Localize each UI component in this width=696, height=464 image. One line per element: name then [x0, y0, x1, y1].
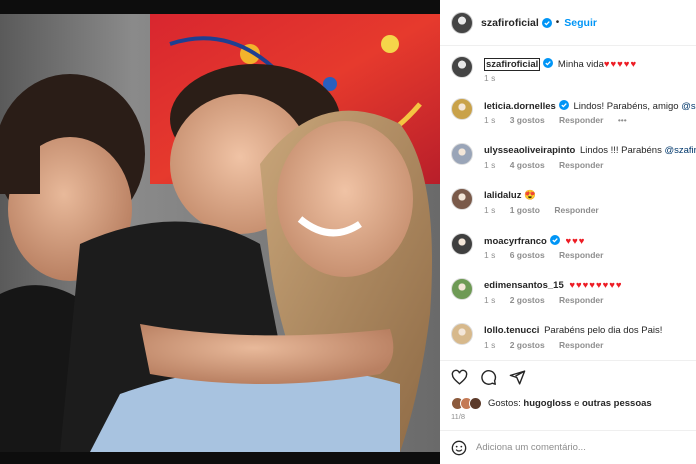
comment-time: 1 s — [484, 250, 496, 260]
verified-badge-icon — [558, 100, 569, 110]
likes-summary: Gostos: hugogloss e outras pessoas — [451, 397, 652, 410]
media-bottom-strip — [0, 452, 440, 464]
comment-time: 1 s — [484, 295, 496, 305]
comment-username[interactable]: leticia.dornelles — [484, 101, 556, 112]
author-username[interactable]: szafiroficial — [481, 17, 539, 29]
comment-meta: 1 s 2 gostos Responder — [484, 295, 615, 305]
comment-likes[interactable]: 1 gosto — [510, 205, 540, 215]
comment-meta: 1 s 4 gostos Responder — [484, 160, 615, 170]
heart-icon[interactable] — [451, 369, 468, 386]
comment-mention[interactable]: @szafiroficial — [664, 145, 696, 156]
comment-avatar[interactable] — [451, 188, 473, 210]
caption-meta: 1 s — [484, 73, 507, 83]
reply-button[interactable]: Responder — [559, 115, 603, 125]
comment-likes[interactable]: 4 gostos — [510, 160, 545, 170]
comment-meta: 1 s 2 gostos Responder — [484, 340, 615, 350]
verified-badge-icon — [543, 58, 554, 68]
caption-text: Minha vida — [557, 59, 604, 70]
comment-avatar[interactable] — [451, 278, 473, 300]
likes-prefix: Gostos: — [488, 398, 521, 409]
comment-likes[interactable]: 3 gostos — [510, 115, 545, 125]
comment-meta: 1 s 3 gostos Responder ••• — [484, 115, 639, 125]
comment-username[interactable]: edimensantos_15 — [484, 280, 564, 291]
comment-emoji: 😍 — [524, 190, 536, 201]
comment-text: Lindos! Parabéns, amigo — [573, 101, 682, 112]
post-media[interactable] — [0, 0, 440, 464]
verified-badge-icon — [541, 17, 552, 28]
comment-avatar[interactable] — [451, 323, 473, 345]
comment-mention[interactable]: @szafiroficial — [681, 101, 696, 112]
comment-time: 1 s — [484, 115, 496, 125]
post-header: szafiroficial • Seguir — [440, 0, 696, 46]
liker-avatars[interactable] — [451, 397, 482, 410]
comment-time: 1 s — [484, 205, 496, 215]
comment-avatar[interactable] — [451, 98, 473, 120]
add-comment-bar — [440, 430, 696, 464]
family-photo-illustration — [0, 14, 440, 452]
follow-button[interactable]: Seguir — [564, 17, 597, 29]
media-top-strip — [0, 0, 440, 14]
comment-avatar[interactable] — [451, 233, 473, 255]
comment-username[interactable]: lollo.tenucci — [484, 325, 539, 336]
comment-line: ulysseaoliveirapinto Lindos !!! Parabéns… — [484, 145, 696, 156]
likes-connector: e — [574, 398, 580, 409]
reply-button[interactable]: Responder — [559, 160, 603, 170]
comment-hearts: ♥♥♥ — [565, 236, 586, 247]
header-separator: • — [555, 17, 560, 28]
caption-avatar[interactable] — [451, 56, 473, 78]
verified-badge-icon — [549, 235, 560, 245]
comment-likes[interactable]: 2 gostos — [510, 340, 545, 350]
comment-username[interactable]: moacyrfranco — [484, 236, 547, 247]
comment-text: Lindos !!! Parabéns — [579, 145, 665, 156]
caption-hearts: ♥♥♥♥♥ — [603, 59, 638, 70]
post-date: 11/8 — [451, 412, 466, 421]
share-icon[interactable] — [509, 369, 526, 386]
comment-line: lalidaluz 😍 — [484, 190, 536, 201]
comment-icon[interactable] — [480, 369, 497, 386]
post-photo — [0, 14, 440, 452]
comment-text: Parabéns pelo dia dos Pais! — [544, 325, 663, 336]
comment-username[interactable]: lalidaluz — [484, 190, 521, 201]
more-options-icon[interactable]: ••• — [618, 115, 627, 125]
action-icons-row — [451, 369, 526, 386]
liker-avatar — [469, 397, 482, 410]
comment-time: 1 s — [484, 340, 496, 350]
comment-avatar[interactable] — [451, 143, 473, 165]
reply-button[interactable]: Responder — [559, 295, 603, 305]
comment-line: leticia.dornelles Lindos! Parabéns, amig… — [484, 100, 696, 112]
comment-hearts: ♥♥♥♥♥♥♥♥ — [569, 280, 623, 291]
reply-button[interactable]: Responder — [554, 205, 598, 215]
likes-user[interactable]: hugogloss — [523, 398, 571, 409]
caption-line: szafiroficial Minha vida♥♥♥♥♥ — [484, 58, 638, 71]
caption-time: 1 s — [484, 73, 496, 83]
comment-line: edimensantos_15 ♥♥♥♥♥♥♥♥ — [484, 280, 623, 291]
comments-list[interactable]: szafiroficial Minha vida♥♥♥♥♥ 1 s letici… — [440, 46, 696, 360]
reply-button[interactable]: Responder — [559, 340, 603, 350]
reply-button[interactable]: Responder — [559, 250, 603, 260]
post-actions: Gostos: hugogloss e outras pessoas 11/8 — [440, 360, 696, 428]
comment-input[interactable] — [476, 442, 676, 453]
post-side-panel: szafiroficial • Seguir szafiroficial Min… — [440, 0, 696, 464]
comment-line: lollo.tenucci Parabéns pelo dia dos Pais… — [484, 325, 662, 336]
comment-line: moacyrfranco ♥♥♥ — [484, 235, 585, 247]
comment-meta: 1 s 1 gosto Responder — [484, 205, 611, 215]
comment-likes[interactable]: 6 gostos — [510, 250, 545, 260]
comment-username[interactable]: ulysseaoliveirapinto — [484, 145, 575, 156]
comment-meta: 1 s 6 gostos Responder — [484, 250, 615, 260]
comment-time: 1 s — [484, 160, 496, 170]
likes-others[interactable]: outras pessoas — [582, 398, 652, 409]
emoji-icon[interactable] — [451, 440, 467, 456]
caption-username[interactable]: szafiroficial — [484, 58, 541, 71]
author-avatar[interactable] — [451, 11, 473, 34]
comment-likes[interactable]: 2 gostos — [510, 295, 545, 305]
